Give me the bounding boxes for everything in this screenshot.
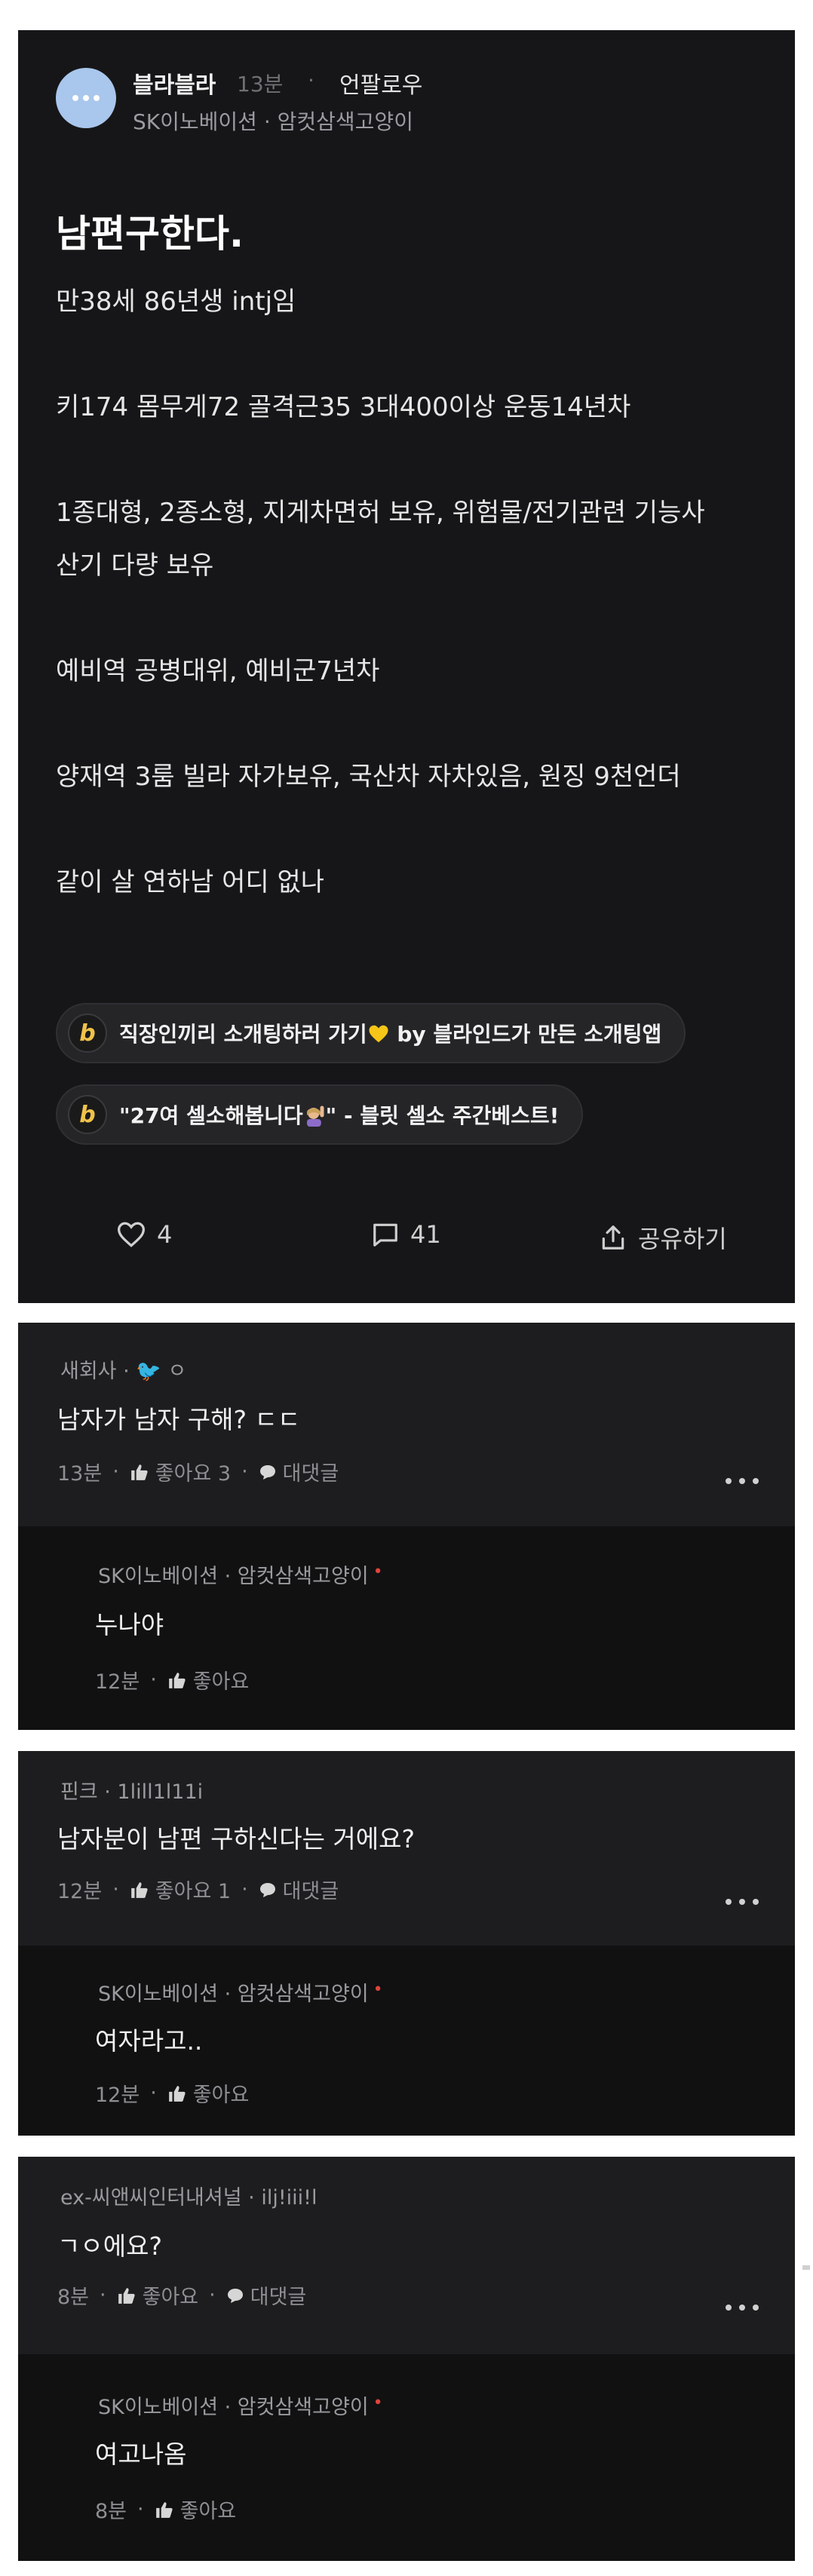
reply-meta: 12분 · 좋아요 bbox=[95, 2078, 249, 2108]
comment-meta: 12분 · 좋아요 1 · 대댓글 bbox=[57, 1875, 339, 1904]
like-button[interactable]: 4 bbox=[116, 1220, 172, 1249]
comment-button[interactable]: 41 bbox=[371, 1220, 441, 1249]
like-button[interactable]: 좋아요 bbox=[193, 1665, 250, 1694]
blind-logo-icon: b bbox=[68, 1095, 107, 1134]
reply-author[interactable]: SK이노베이션 · 암컷삼색고양이 • bbox=[98, 1977, 383, 2007]
comment-text: 남자분이 남편 구하신다는 거에요? bbox=[57, 1824, 416, 1854]
more-options-icon[interactable] bbox=[726, 2305, 759, 2312]
comment-author[interactable]: 핀크 · 1lill1l11i bbox=[60, 1775, 203, 1805]
post-body: 만38세 86년생 intj임 키174 몸무게72 골격근35 3대400이상… bbox=[56, 275, 780, 909]
promo-text-suffix: by 블라인드가 만든 소개팅앱 bbox=[389, 1022, 662, 1047]
reply-button[interactable]: 대댓글 bbox=[283, 1875, 339, 1904]
comment-meta: 8분 · 좋아요 · 대댓글 bbox=[57, 2280, 306, 2310]
post-body-line: 1종대형, 2종소형, 지게차면허 보유, 위험물/전기관련 기능사 bbox=[56, 498, 705, 528]
thumbs-up-icon[interactable] bbox=[155, 2501, 174, 2519]
reply-bubble-icon bbox=[259, 1882, 275, 1897]
reply-text: 여고나옴 bbox=[95, 2440, 187, 2469]
reply-meta: 12분 · 좋아요 bbox=[95, 1665, 249, 1694]
woman-raising-hand-icon bbox=[306, 1106, 324, 1127]
reply-meta: 8분 · 좋아요 bbox=[95, 2495, 236, 2524]
promo-link-blind-dating[interactable]: b 직장인끼리 소개팅하러 가기 by 블라인드가 만든 소개팅앱 bbox=[56, 1003, 686, 1063]
author-avatar[interactable] bbox=[56, 68, 116, 128]
share-button[interactable]: 공유하기 bbox=[599, 1220, 727, 1255]
post-card: 블라블라 13분 · 언팔로우 SK이노베이션 · 암컷삼색고양이 남편구한다.… bbox=[18, 30, 795, 1303]
more-options-icon[interactable] bbox=[726, 1899, 759, 1906]
post-author-name[interactable]: 블라블라 bbox=[133, 66, 216, 100]
share-icon bbox=[602, 1225, 624, 1250]
comment-time: 8분 bbox=[57, 2286, 90, 2309]
comment: 새회사 · 🐦 ㅇ 남자가 남자 구해? ㄷㄷ 13분 · 좋아요 3 · 대댓… bbox=[18, 1323, 795, 1526]
post-body-line: 같이 살 연하남 어디 없나 bbox=[56, 867, 325, 897]
reply-button[interactable]: 대댓글 bbox=[250, 2280, 307, 2310]
reply-author[interactable]: SK이노베이션 · 암컷삼색고양이 • bbox=[98, 1559, 383, 1589]
yellow-heart-icon bbox=[369, 1025, 388, 1043]
promo-text: "27여 셀소해봅니다 bbox=[119, 1103, 303, 1128]
post-title: 남편구한다. bbox=[56, 212, 244, 256]
comment-author[interactable]: 새회사 · 🐦 ㅇ bbox=[60, 1354, 186, 1384]
post-body-line: 만38세 86년생 intj임 bbox=[56, 287, 296, 317]
reply-button[interactable]: 대댓글 bbox=[283, 1457, 339, 1486]
comment-time: 13분 bbox=[57, 1462, 103, 1486]
post-body-line: 산기 다량 보유 bbox=[56, 550, 214, 581]
reply-text: 누나야 bbox=[95, 1610, 164, 1639]
reply: SK이노베이션 · 암컷삼색고양이 • 누나야 12분 · 좋아요 bbox=[18, 1526, 795, 1730]
reply: SK이노베이션 · 암컷삼색고양이 • 여고나옴 8분 · 좋아요 bbox=[18, 2354, 795, 2561]
like-button[interactable]: 좋아요 bbox=[193, 2078, 250, 2108]
thumbs-up-icon[interactable] bbox=[130, 1881, 149, 1899]
comment: 핀크 · 1lill1l11i 남자분이 남편 구하신다는 거에요? 12분 ·… bbox=[18, 1751, 795, 1946]
reply: SK이노베이션 · 암컷삼색고양이 • 여자라고.. 12분 · 좋아요 bbox=[18, 1946, 795, 2136]
thumbs-up-icon[interactable] bbox=[167, 1671, 187, 1689]
comment-thread: 새회사 · 🐦 ㅇ 남자가 남자 구해? ㄷㄷ 13분 · 좋아요 3 · 대댓… bbox=[18, 1323, 795, 1730]
comment-text: 남자가 남자 구해? ㄷㄷ bbox=[57, 1405, 301, 1434]
like-button[interactable]: 좋아요 1 bbox=[155, 1875, 231, 1904]
comment-author[interactable]: ex-씨앤씨인터내셔널 · ilj!iii!l bbox=[60, 2181, 317, 2210]
comment-thread: 핀크 · 1lill1l11i 남자분이 남편 구하신다는 거에요? 12분 ·… bbox=[18, 1751, 795, 2136]
comment-text: ㄱㅇ에요? bbox=[57, 2231, 162, 2261]
comment-time: 12분 bbox=[57, 1880, 103, 1903]
comment-count: 41 bbox=[410, 1220, 441, 1249]
reply-bubble-icon bbox=[259, 1464, 275, 1480]
chat-bubble-icon bbox=[72, 95, 100, 101]
thumbs-up-icon[interactable] bbox=[117, 2286, 137, 2305]
reply-time: 12분 bbox=[95, 2084, 140, 2107]
like-count: 4 bbox=[157, 1220, 173, 1249]
like-button[interactable]: 좋아요 bbox=[143, 2280, 199, 2310]
comment-meta: 13분 · 좋아요 3 · 대댓글 bbox=[57, 1457, 339, 1486]
comment-thread: ex-씨앤씨인터내셔널 · ilj!iii!l ㄱㅇ에요? 8분 · 좋아요 ·… bbox=[18, 2157, 795, 2561]
reply-time: 12분 bbox=[95, 1670, 140, 1694]
post-time: 13분 bbox=[237, 72, 284, 97]
post-body-line: 키174 몸무게72 골격근35 3대400이상 운동14년차 bbox=[56, 392, 631, 422]
comment: ex-씨앤씨인터내셔널 · ilj!iii!l ㄱㅇ에요? 8분 · 좋아요 ·… bbox=[18, 2157, 795, 2354]
promo-text-suffix: " - 블릿 셀소 주간베스트! bbox=[325, 1103, 560, 1128]
like-button[interactable]: 좋아요 bbox=[180, 2495, 237, 2524]
more-options-icon[interactable] bbox=[726, 1478, 759, 1486]
thumbs-up-icon[interactable] bbox=[167, 2084, 187, 2102]
reply-bubble-icon bbox=[227, 2288, 243, 2303]
heart-icon bbox=[117, 1222, 146, 1247]
comment-icon bbox=[373, 1223, 397, 1247]
unfollow-button[interactable]: 언팔로우 bbox=[339, 66, 422, 100]
like-button[interactable]: 좋아요 3 bbox=[155, 1457, 231, 1486]
reply-author[interactable]: SK이노베이션 · 암컷삼색고양이 • bbox=[98, 2390, 383, 2420]
promo-text: 직장인끼리 소개팅하러 가기 bbox=[119, 1022, 367, 1047]
thumbs-up-icon[interactable] bbox=[130, 1463, 149, 1481]
reply-time: 8분 bbox=[95, 2500, 127, 2523]
blind-logo-icon: b bbox=[68, 1014, 107, 1053]
share-label: 공유하기 bbox=[638, 1225, 727, 1253]
post-body-line: 양재역 3룸 빌라 자가보유, 국산차 자차있음, 원징 9천언더 bbox=[56, 762, 681, 792]
promo-link-self-intro[interactable]: b "27여 셀소해봅니다 " - 블릿 셀소 주간베스트! bbox=[56, 1084, 584, 1145]
post-author-company: SK이노베이션 · 암컷삼색고양이 bbox=[133, 109, 413, 134]
scrollbar-mark bbox=[802, 2265, 810, 2270]
reply-text: 여자라고.. bbox=[95, 2026, 203, 2056]
post-body-line: 예비역 공병대위, 예비군7년차 bbox=[56, 656, 380, 686]
separator-dot: · bbox=[308, 68, 314, 93]
